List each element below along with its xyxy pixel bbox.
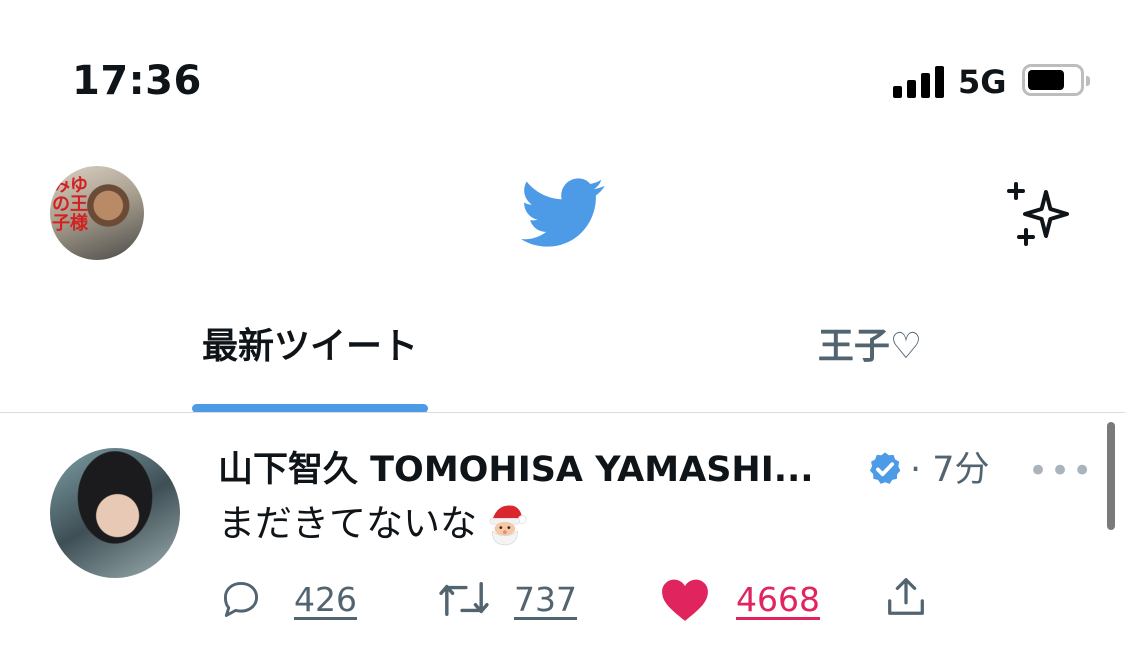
- heart-icon[interactable]: [660, 577, 710, 623]
- battery-icon: [1022, 64, 1090, 96]
- verified-badge-icon: [869, 452, 901, 484]
- network-type: 5G: [958, 63, 1007, 101]
- tweet-text-body: まだきてないな: [218, 502, 477, 545]
- more-options-icon[interactable]: •••: [1028, 454, 1094, 488]
- tweet-author-name[interactable]: 山下智久 TOMOHISA YAMASHI...: [218, 448, 814, 492]
- santa-emoji: [489, 505, 527, 546]
- share-icon[interactable]: [882, 574, 930, 620]
- tweet-text: まだきてないな: [218, 500, 529, 548]
- tab-latest-tweets[interactable]: 最新ツイート: [192, 322, 428, 372]
- like-count[interactable]: 4668: [736, 578, 820, 622]
- scrollbar-thumb[interactable]: [1107, 422, 1115, 530]
- profile-avatar[interactable]: みゆの王子様: [50, 166, 144, 260]
- reply-icon[interactable]: [218, 577, 264, 621]
- tweet-author-avatar[interactable]: [50, 448, 180, 578]
- retweet-icon[interactable]: [436, 578, 492, 620]
- reply-count[interactable]: 426: [294, 578, 357, 622]
- tab-prince-list[interactable]: 王子♡: [800, 322, 940, 372]
- sparkle-icon[interactable]: [1004, 180, 1076, 250]
- header-divider: [0, 412, 1125, 413]
- twitter-bird-icon[interactable]: [520, 178, 606, 248]
- tweet-timestamp[interactable]: · 7分: [910, 448, 990, 492]
- avatar-stamp-text: みゆの王子様: [52, 175, 88, 234]
- retweet-count[interactable]: 737: [514, 578, 577, 622]
- signal-icon: [893, 66, 945, 98]
- status-time: 17:36: [72, 58, 202, 104]
